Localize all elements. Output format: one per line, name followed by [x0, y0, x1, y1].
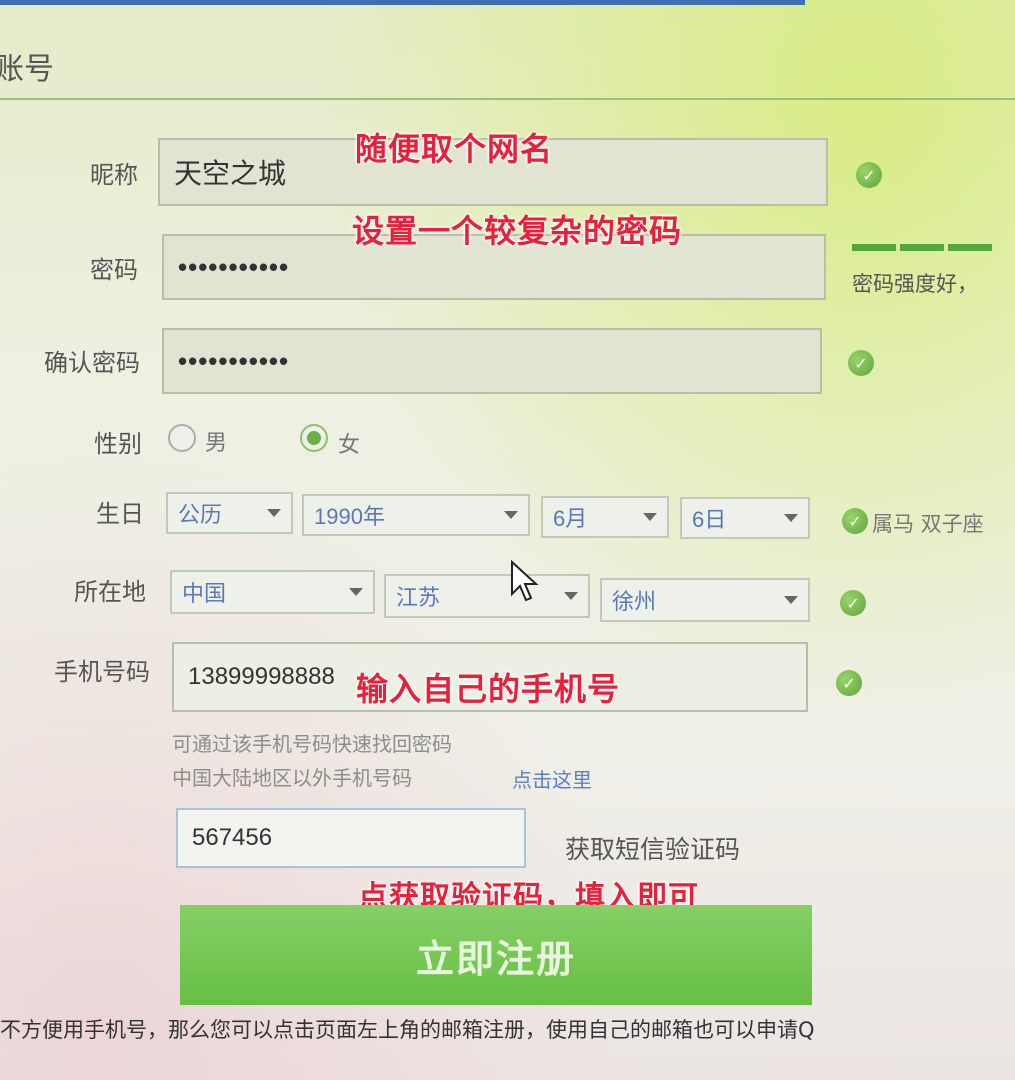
phone-valid-icon: ✓: [836, 670, 862, 696]
password-strength-text: 密码强度好，: [852, 272, 978, 296]
gender-label: 性别: [94, 430, 142, 458]
chevron-down-icon: [504, 511, 518, 519]
annotation-password: 设置一个较复杂的密码: [352, 212, 683, 250]
birth-year-value: 1990年: [314, 504, 385, 529]
register-button[interactable]: 立即注册: [180, 905, 812, 1005]
sms-code-input[interactable]: 567456: [176, 808, 526, 868]
chevron-down-icon: [267, 509, 281, 517]
confirm-password-label: 确认密码: [44, 349, 140, 377]
annotation-phone: 输入自己的手机号: [356, 664, 621, 710]
overseas-phone-link[interactable]: 点击这里: [512, 764, 592, 793]
location-valid-icon: ✓: [840, 590, 866, 616]
get-sms-code-button[interactable]: 获取短信验证码: [565, 830, 740, 866]
phone-label: 手机号码: [54, 658, 150, 686]
chevron-down-icon: [784, 514, 798, 522]
city-select-value: 徐州: [612, 589, 657, 614]
chevron-down-icon: [564, 592, 578, 600]
birth-day-select[interactable]: 6日: [680, 497, 810, 539]
calendar-select[interactable]: 公历: [166, 492, 293, 534]
province-select-value: 江苏: [396, 585, 441, 610]
sms-code-value: 567456: [192, 824, 273, 851]
location-label: 所在地: [74, 578, 146, 606]
chevron-down-icon: [643, 513, 657, 521]
birth-year-select[interactable]: 1990年: [302, 494, 530, 536]
password-strength-meter: [852, 244, 1002, 252]
password-value: •••••••••••: [178, 251, 290, 282]
nickname-value: 天空之城: [174, 157, 287, 190]
footer-note: 不方便用手机号，那么您可以点击页面左上角的邮箱注册，使用自己的邮箱也可以申请Q: [0, 1018, 815, 1042]
phone-value: 13899998888: [188, 663, 335, 690]
nickname-label: 昵称: [90, 161, 138, 189]
top-nav-bar: [0, 0, 805, 5]
mouse-cursor-icon: [510, 560, 540, 602]
province-select[interactable]: 江苏: [384, 574, 590, 618]
gender-female-radio[interactable]: [300, 424, 328, 452]
gender-female-label: 女: [338, 433, 361, 458]
city-select[interactable]: 徐州: [600, 578, 810, 622]
confirm-password-valid-icon: ✓: [848, 350, 874, 376]
birth-day-value: 6日: [692, 507, 727, 532]
overseas-phone-hint: 中国大陆地区以外手机号码: [172, 766, 412, 790]
birth-month-select[interactable]: 6月: [541, 496, 669, 538]
gender-male-label: 男: [205, 431, 228, 456]
birthday-label: 生日: [96, 500, 144, 528]
phone-hint: 可通过该手机号码快速找回密码: [172, 732, 452, 756]
title-divider: [0, 98, 1015, 100]
page-title: 账号: [0, 52, 54, 87]
country-select-value: 中国: [182, 581, 227, 606]
chevron-down-icon: [784, 596, 798, 604]
confirm-password-value: •••••••••••: [178, 345, 290, 376]
zodiac-text: 属马 双子座: [872, 512, 984, 536]
confirm-password-input[interactable]: •••••••••••: [162, 328, 822, 394]
birth-month-value: 6月: [553, 506, 588, 531]
gender-male-radio[interactable]: [168, 424, 196, 452]
calendar-select-value: 公历: [178, 502, 223, 527]
country-select[interactable]: 中国: [170, 570, 375, 614]
chevron-down-icon: [349, 588, 363, 596]
birthday-valid-icon: ✓: [842, 508, 868, 534]
nickname-valid-icon: ✓: [856, 162, 882, 188]
password-label: 密码: [90, 256, 138, 284]
annotation-nickname: 随便取个网名: [355, 130, 554, 168]
